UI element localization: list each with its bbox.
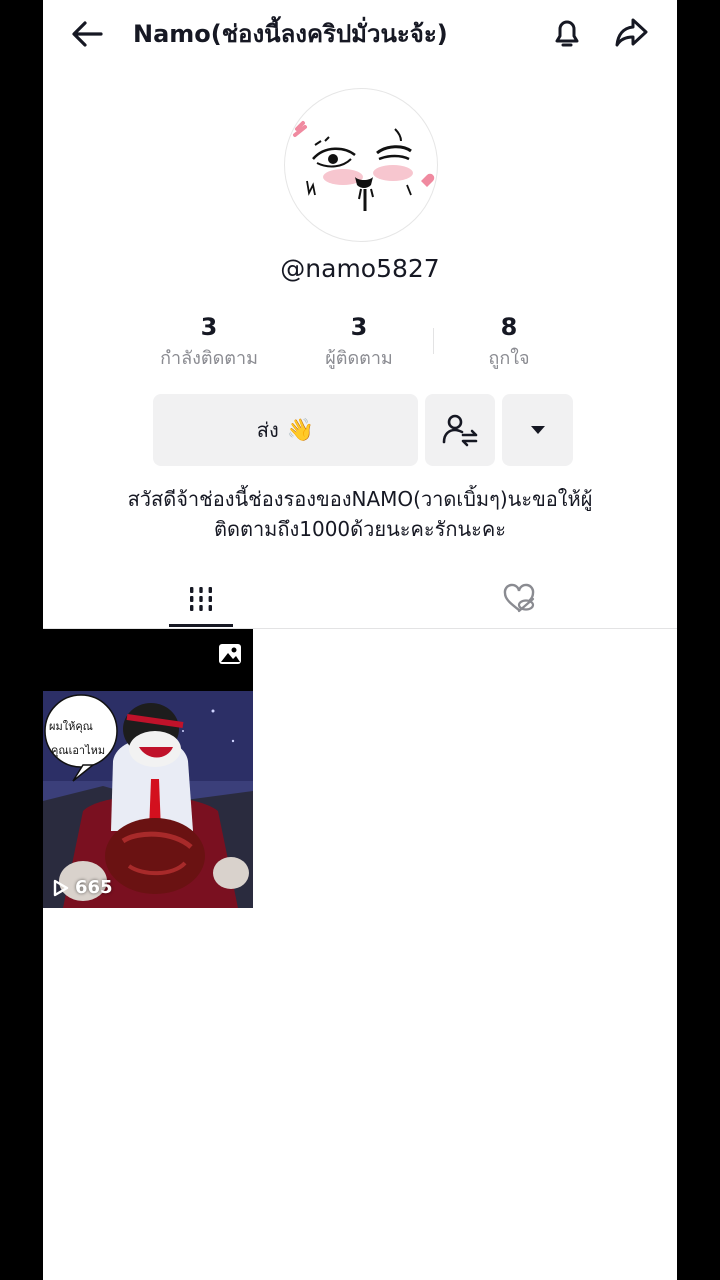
post-view-count: 665 <box>53 877 113 898</box>
share-button[interactable] <box>611 12 651 52</box>
profile-screen: Namo(ช่องนี้ลงคริปมั่วนะจ้ะ) @namo5827 3… <box>43 0 677 1280</box>
share-arrow-icon <box>615 18 648 47</box>
arrow-left-icon <box>72 21 103 47</box>
message-button[interactable]: ส่ง 👋 <box>153 394 418 466</box>
header: Namo(ช่องนี้ลงคริปมั่วนะจ้ะ) <box>43 0 677 70</box>
user-swap-icon <box>442 414 478 447</box>
bio-line-2: ติดตามถึง1000ด้วยนะคะรักนะคะ <box>213 517 506 541</box>
caret-down-icon <box>530 426 545 434</box>
post-thumbnail[interactable]: ผมให้คุณ คุณเอาไหม 665 <box>43 629 253 908</box>
stat-likes[interactable]: 8 ถูกใจ <box>434 312 584 370</box>
heart-hidden-icon <box>503 583 535 613</box>
avatar-drawing-icon <box>293 121 435 211</box>
stat-likes-label: ถูกใจ <box>488 348 530 369</box>
notifications-button[interactable] <box>547 12 587 52</box>
tab-videos[interactable] <box>169 570 233 628</box>
stat-following[interactable]: 3 กำลังติดตาม <box>134 312 284 370</box>
waving-hand-icon: 👋 <box>286 417 315 443</box>
bio-line-1: สวัสดีจ้าช่องนี้ช่องรองของNAMO(วาดเบิ้มๆ… <box>127 487 593 511</box>
profile-tabs <box>43 570 677 629</box>
message-button-label: ส่ง <box>256 418 279 442</box>
friend-button[interactable] <box>425 394 495 466</box>
post-view-count-value: 665 <box>75 877 113 898</box>
bio: สวัสดีจ้าช่องนี้ช่องรองของNAMO(วาดเบิ้มๆ… <box>83 484 637 544</box>
stat-likes-value: 8 <box>500 313 518 341</box>
page-title: Namo(ช่องนี้ลงคริปมั่วนะจ้ะ) <box>133 20 448 48</box>
tab-active-indicator <box>169 624 233 627</box>
photo-icon <box>217 641 243 667</box>
play-icon <box>53 879 69 896</box>
stat-followers-label: ผู้ติดตาม <box>325 348 393 369</box>
back-button[interactable] <box>67 14 107 54</box>
bell-icon <box>555 20 579 47</box>
grid-icon <box>190 587 212 611</box>
tab-liked[interactable] <box>487 570 551 628</box>
username: @namo5827 <box>280 254 440 283</box>
bubble-text-line-1: ผมให้คุณ <box>49 720 93 733</box>
stat-followers[interactable]: 3 ผู้ติดตาม <box>284 312 434 370</box>
stat-followers-value: 3 <box>350 313 368 341</box>
bubble-text-line-2: คุณเอาไหม <box>51 744 106 757</box>
stat-following-value: 3 <box>200 313 218 341</box>
avatar[interactable] <box>284 88 438 242</box>
more-button[interactable] <box>502 394 573 466</box>
stat-following-label: กำลังติดตาม <box>160 348 258 369</box>
